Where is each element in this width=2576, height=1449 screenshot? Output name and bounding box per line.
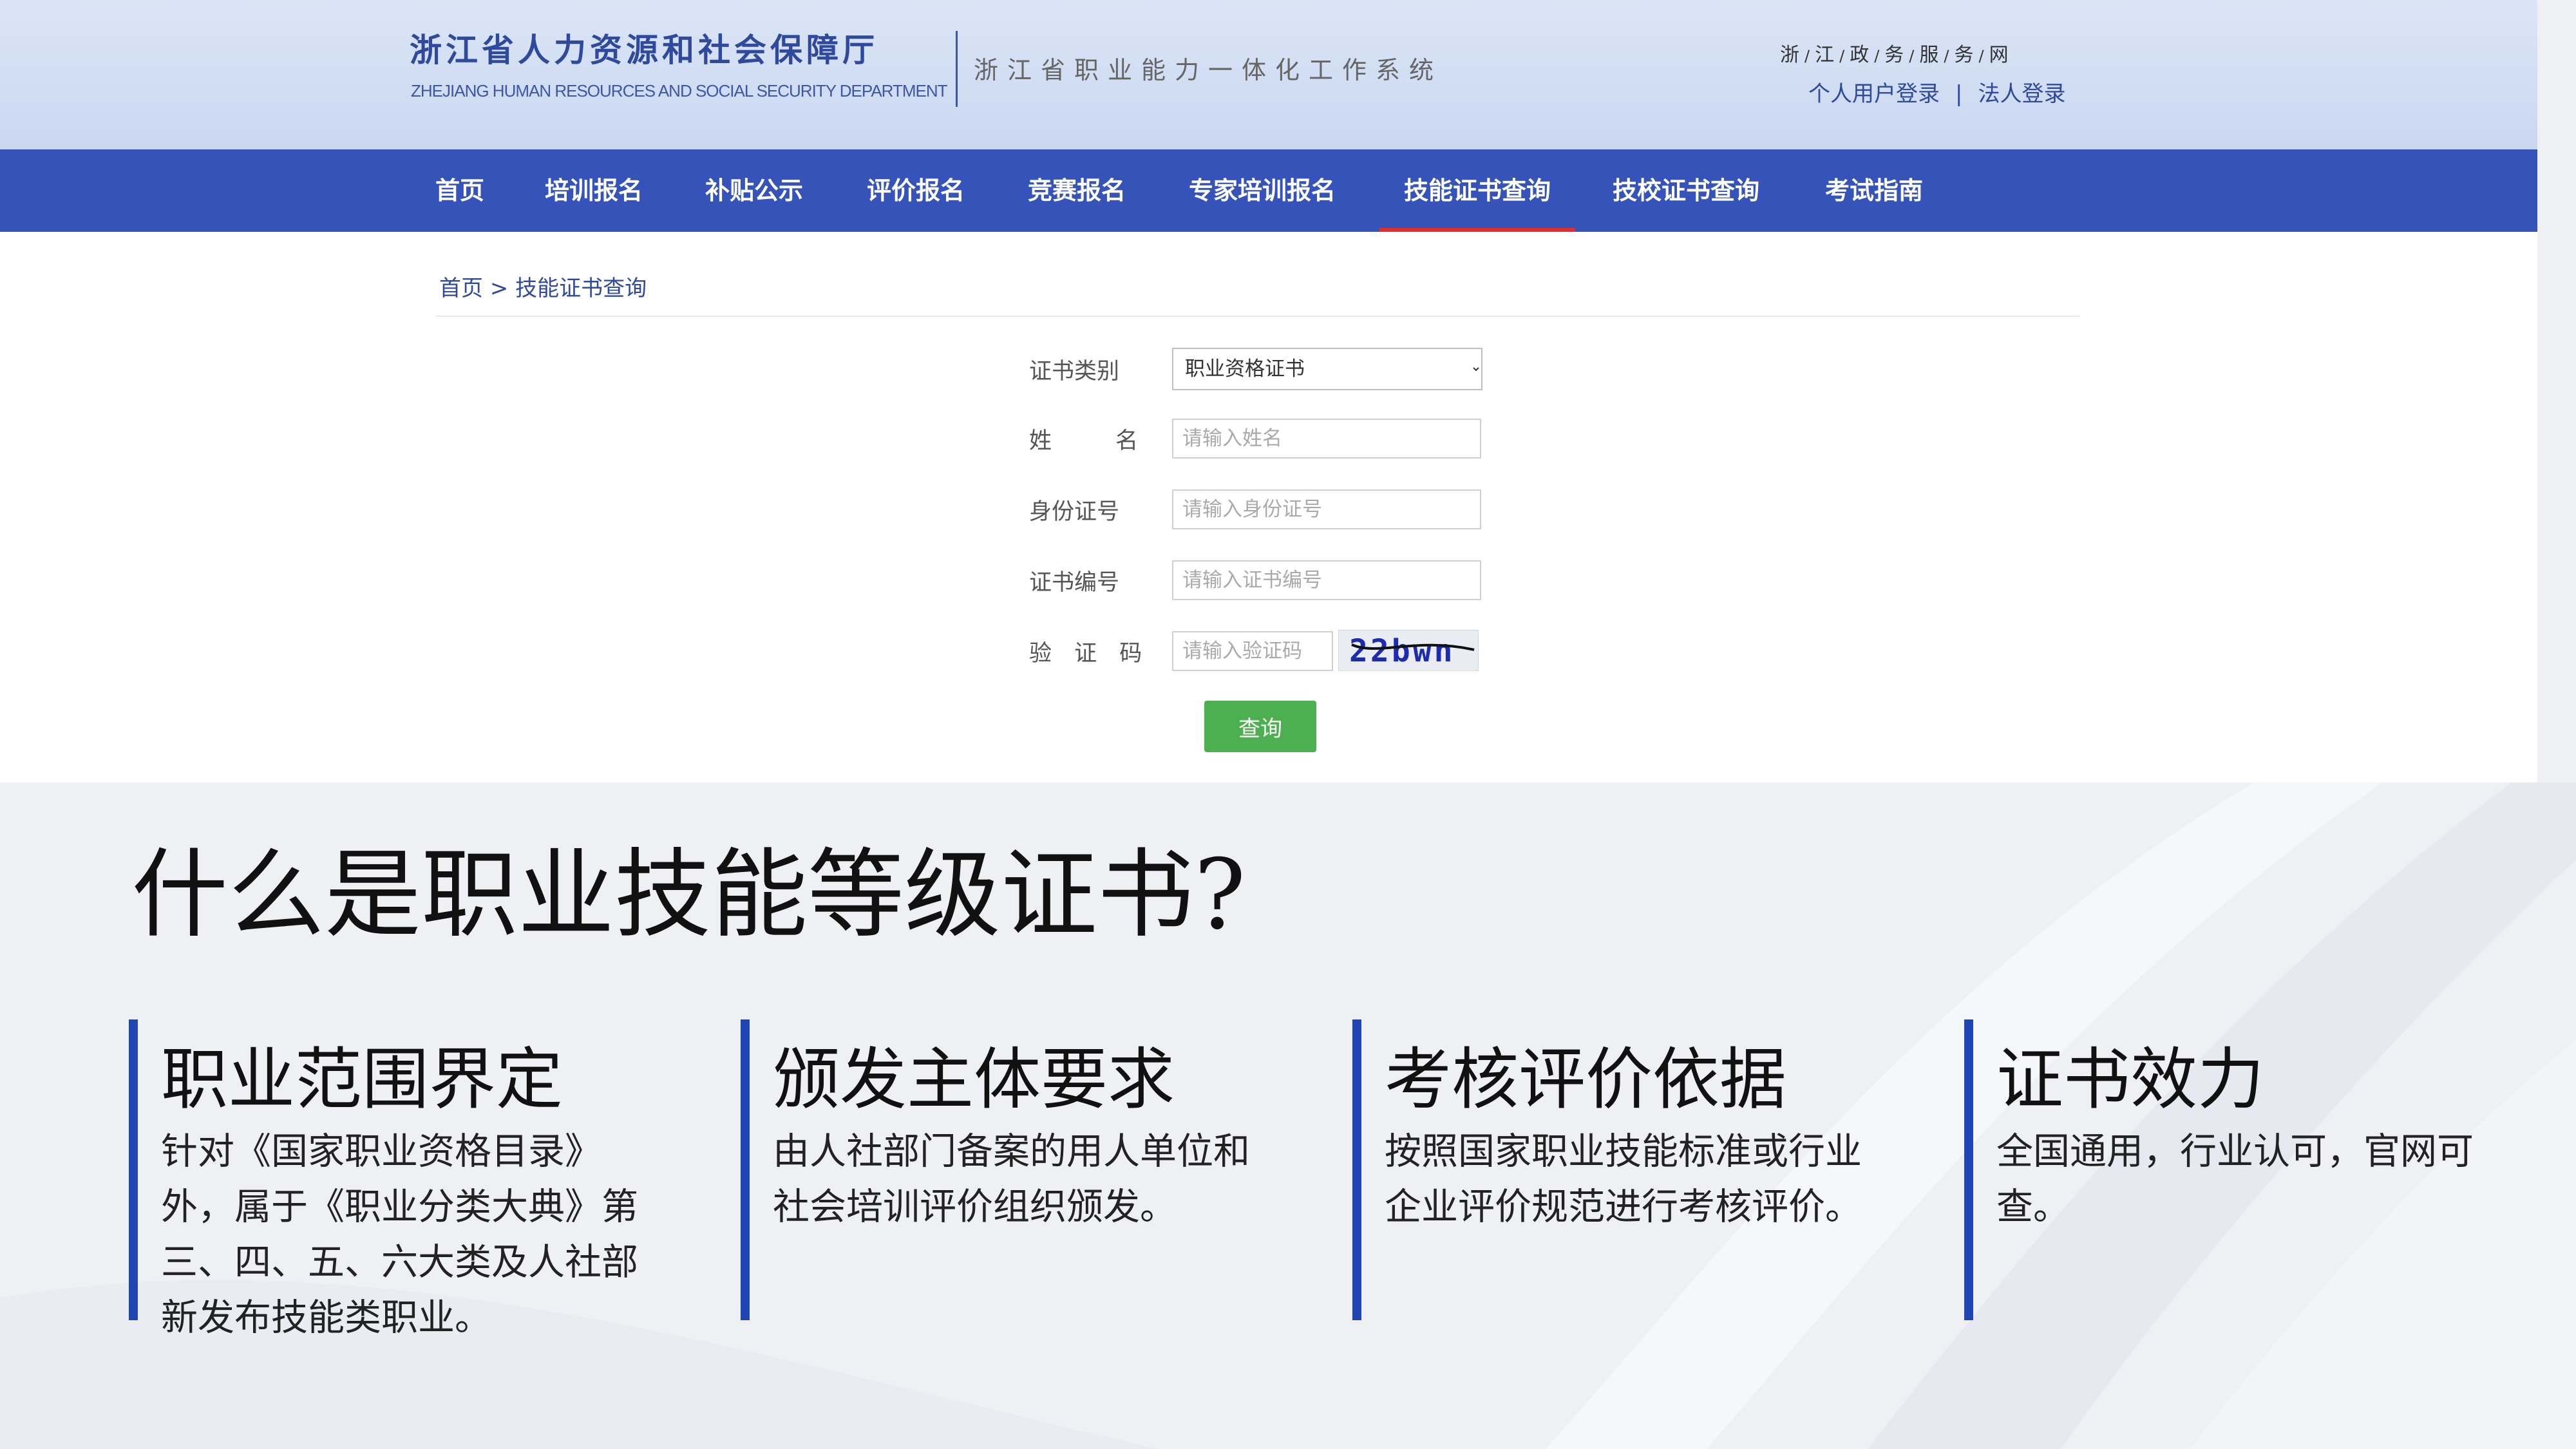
card-certificate-validity: 证书效力 全国通用，行业认可，官网可查。 — [1964, 1019, 2531, 1320]
nav-subsidy-notice[interactable]: 补贴公示 — [705, 149, 803, 232]
portal-separator: / — [1804, 47, 1810, 65]
portal-char: 务 — [1884, 44, 1904, 66]
portal-separator: / — [1978, 47, 1984, 65]
portal-char: 江 — [1815, 44, 1835, 66]
card-occupation-scope: 职业范围界定 针对《国家职业资格目录》外，属于《职业分类大典》第三、四、五、六大… — [129, 1019, 696, 1339]
card-issuer-requirements: 颁发主体要求 由人社部门备案的用人单位和社会培训评价组织颁发。 — [741, 1019, 1307, 1320]
nav-training-signup[interactable]: 培训报名 — [545, 149, 643, 232]
portal-separator: / — [1944, 47, 1949, 65]
logo-english: ZHEJIANG HUMAN RESOURCES AND SOCIAL SECU… — [411, 81, 948, 100]
card-accent-bar — [1352, 1019, 1361, 1320]
system-title: 浙江省职业能力一体化工作系统 — [974, 56, 1443, 84]
portal-separator: / — [1909, 47, 1915, 65]
cert-type-label: 证书类别 — [1029, 359, 1120, 384]
header-divider — [956, 31, 958, 107]
portal-separator: / — [1839, 47, 1845, 65]
nav-exam-guide[interactable]: 考试指南 — [1825, 149, 1923, 232]
card-body: 按照国家职业技能标准或行业企业评价规范进行考核评价。 — [1385, 1130, 1862, 1228]
login-separator: | — [1955, 81, 1963, 107]
card-heading: 颁发主体要求 — [773, 1040, 1175, 1119]
cert-number-label: 证书编号 — [1029, 570, 1120, 596]
portal-char: 网 — [1989, 44, 2009, 66]
nav-skill-certificate-query[interactable]: 技能证书查询 — [1379, 149, 1575, 232]
login-links: 个人用户登录 | 法人登录 — [1808, 76, 2065, 108]
main-navigation: 首页 培训报名 补贴公示 评价报名 竞赛报名 专家培训报名 技能证书查询 技校证… — [0, 149, 2537, 232]
name-label: 姓 名 — [1029, 428, 1167, 454]
card-body: 全国通用，行业认可，官网可查。 — [1996, 1130, 2474, 1228]
slide-title: 什么是职业技能等级证书? — [131, 839, 1246, 951]
id-number-input[interactable] — [1172, 489, 1481, 529]
card-heading: 职业范围界定 — [161, 1040, 564, 1119]
captcha-input[interactable] — [1172, 631, 1333, 671]
personal-login-link[interactable]: 个人用户登录 — [1808, 81, 1940, 107]
nav-competition-signup[interactable]: 竞赛报名 — [1028, 149, 1126, 232]
zhejiang-gov-service-link[interactable]: 浙 / 江 / 政 / 务 / 服 / 务 / 网 — [1777, 39, 2011, 67]
nav-home[interactable]: 首页 — [435, 149, 484, 232]
cert-number-input[interactable] — [1172, 560, 1481, 600]
card-heading: 证书效力 — [1996, 1040, 2265, 1119]
legal-person-login-link[interactable]: 法人登录 — [1978, 81, 2065, 107]
card-accent-bar — [129, 1019, 138, 1320]
breadcrumb[interactable]: 首页 > 技能证书查询 — [439, 270, 647, 302]
nav-expert-training-signup[interactable]: 专家培训报名 — [1189, 149, 1336, 232]
portal-separator: / — [1874, 47, 1880, 65]
captcha-image[interactable]: 22bwn — [1338, 630, 1479, 671]
card-body: 针对《国家职业资格目录》外，属于《职业分类大典》第三、四、五、六大类及人社部新发… — [161, 1130, 638, 1339]
card-accent-bar — [1964, 1019, 1973, 1320]
id-number-label: 身份证号 — [1029, 499, 1120, 525]
card-accent-bar — [741, 1019, 750, 1320]
portal-char: 服 — [1919, 44, 1939, 66]
portal-char: 政 — [1850, 44, 1870, 66]
cert-type-select[interactable]: 职业资格证书 — [1172, 348, 1482, 390]
breadcrumb-divider — [435, 316, 2080, 317]
name-input[interactable] — [1172, 419, 1481, 459]
nav-tech-school-certificate-query[interactable]: 技校证书查询 — [1613, 149, 1759, 232]
card-body: 由人社部门备案的用人单位和社会培训评价组织颁发。 — [773, 1130, 1250, 1228]
captcha-label: 验 证 码 — [1029, 641, 1150, 667]
logo-chinese[interactable]: 浙江省人力资源和社会保障厅 — [410, 24, 878, 71]
website-screenshot: 浙江省人力资源和社会保障厅 ZHEJIANG HUMAN RESOURCES A… — [0, 0, 2537, 782]
portal-char: 浙 — [1780, 44, 1799, 66]
portal-char: 务 — [1954, 44, 1974, 66]
site-header: 浙江省人力资源和社会保障厅 ZHEJIANG HUMAN RESOURCES A… — [0, 0, 2537, 149]
nav-evaluation-signup[interactable]: 评价报名 — [867, 149, 965, 232]
captcha-noise-line — [1351, 643, 1475, 651]
card-heading: 考核评价依据 — [1385, 1040, 1787, 1119]
card-assessment-basis: 考核评价依据 按照国家职业技能标准或行业企业评价规范进行考核评价。 — [1352, 1019, 1919, 1320]
query-button[interactable]: 查询 — [1204, 701, 1316, 752]
